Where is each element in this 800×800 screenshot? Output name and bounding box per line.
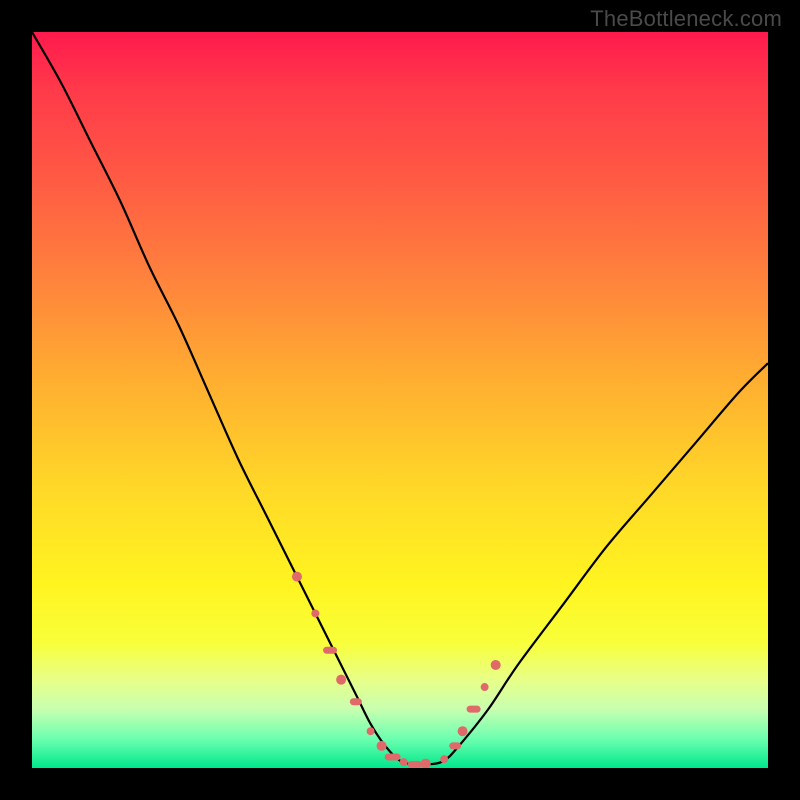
chart-frame: TheBottleneck.com bbox=[0, 0, 800, 800]
attribution-text: TheBottleneck.com bbox=[590, 6, 782, 32]
highlight-marker bbox=[350, 698, 362, 705]
highlight-marker bbox=[421, 759, 431, 768]
highlight-marker bbox=[377, 741, 387, 751]
highlight-marker bbox=[458, 726, 468, 736]
plot-area bbox=[32, 32, 768, 768]
highlight-marker bbox=[400, 758, 408, 766]
highlight-marker bbox=[336, 675, 346, 685]
highlight-marker bbox=[385, 753, 401, 760]
highlight-marker bbox=[440, 755, 448, 763]
highlight-marker bbox=[449, 742, 461, 749]
highlight-marker bbox=[311, 609, 319, 617]
highlight-marker bbox=[323, 647, 337, 654]
highlight-marker bbox=[467, 706, 481, 713]
highlight-marker bbox=[367, 727, 375, 735]
highlight-marker bbox=[292, 572, 302, 582]
highlight-marker bbox=[408, 761, 422, 768]
highlight-marker bbox=[491, 660, 501, 670]
highlight-marker bbox=[481, 683, 489, 691]
bottleneck-curve-path bbox=[32, 32, 768, 765]
curve-svg bbox=[32, 32, 768, 768]
highlight-markers bbox=[292, 572, 501, 768]
